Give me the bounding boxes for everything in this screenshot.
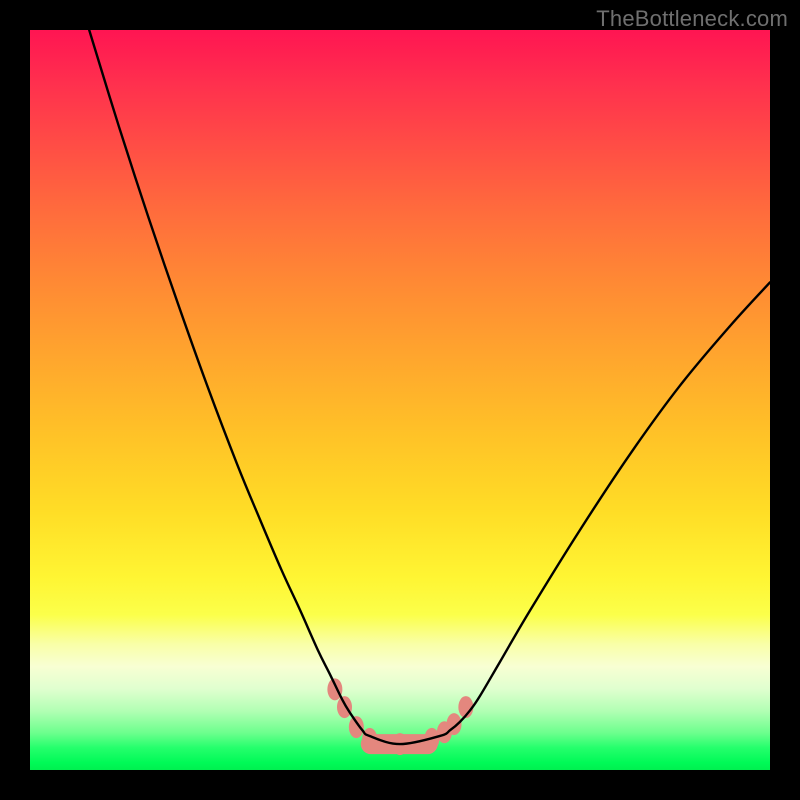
plot-area (30, 30, 770, 770)
attribution-text: TheBottleneck.com (596, 6, 788, 32)
bottleneck-curve (89, 30, 770, 744)
chart-svg (30, 30, 770, 770)
salmon-marker (337, 696, 352, 718)
salmon-marker (349, 716, 364, 738)
chart-stage: TheBottleneck.com (0, 0, 800, 800)
